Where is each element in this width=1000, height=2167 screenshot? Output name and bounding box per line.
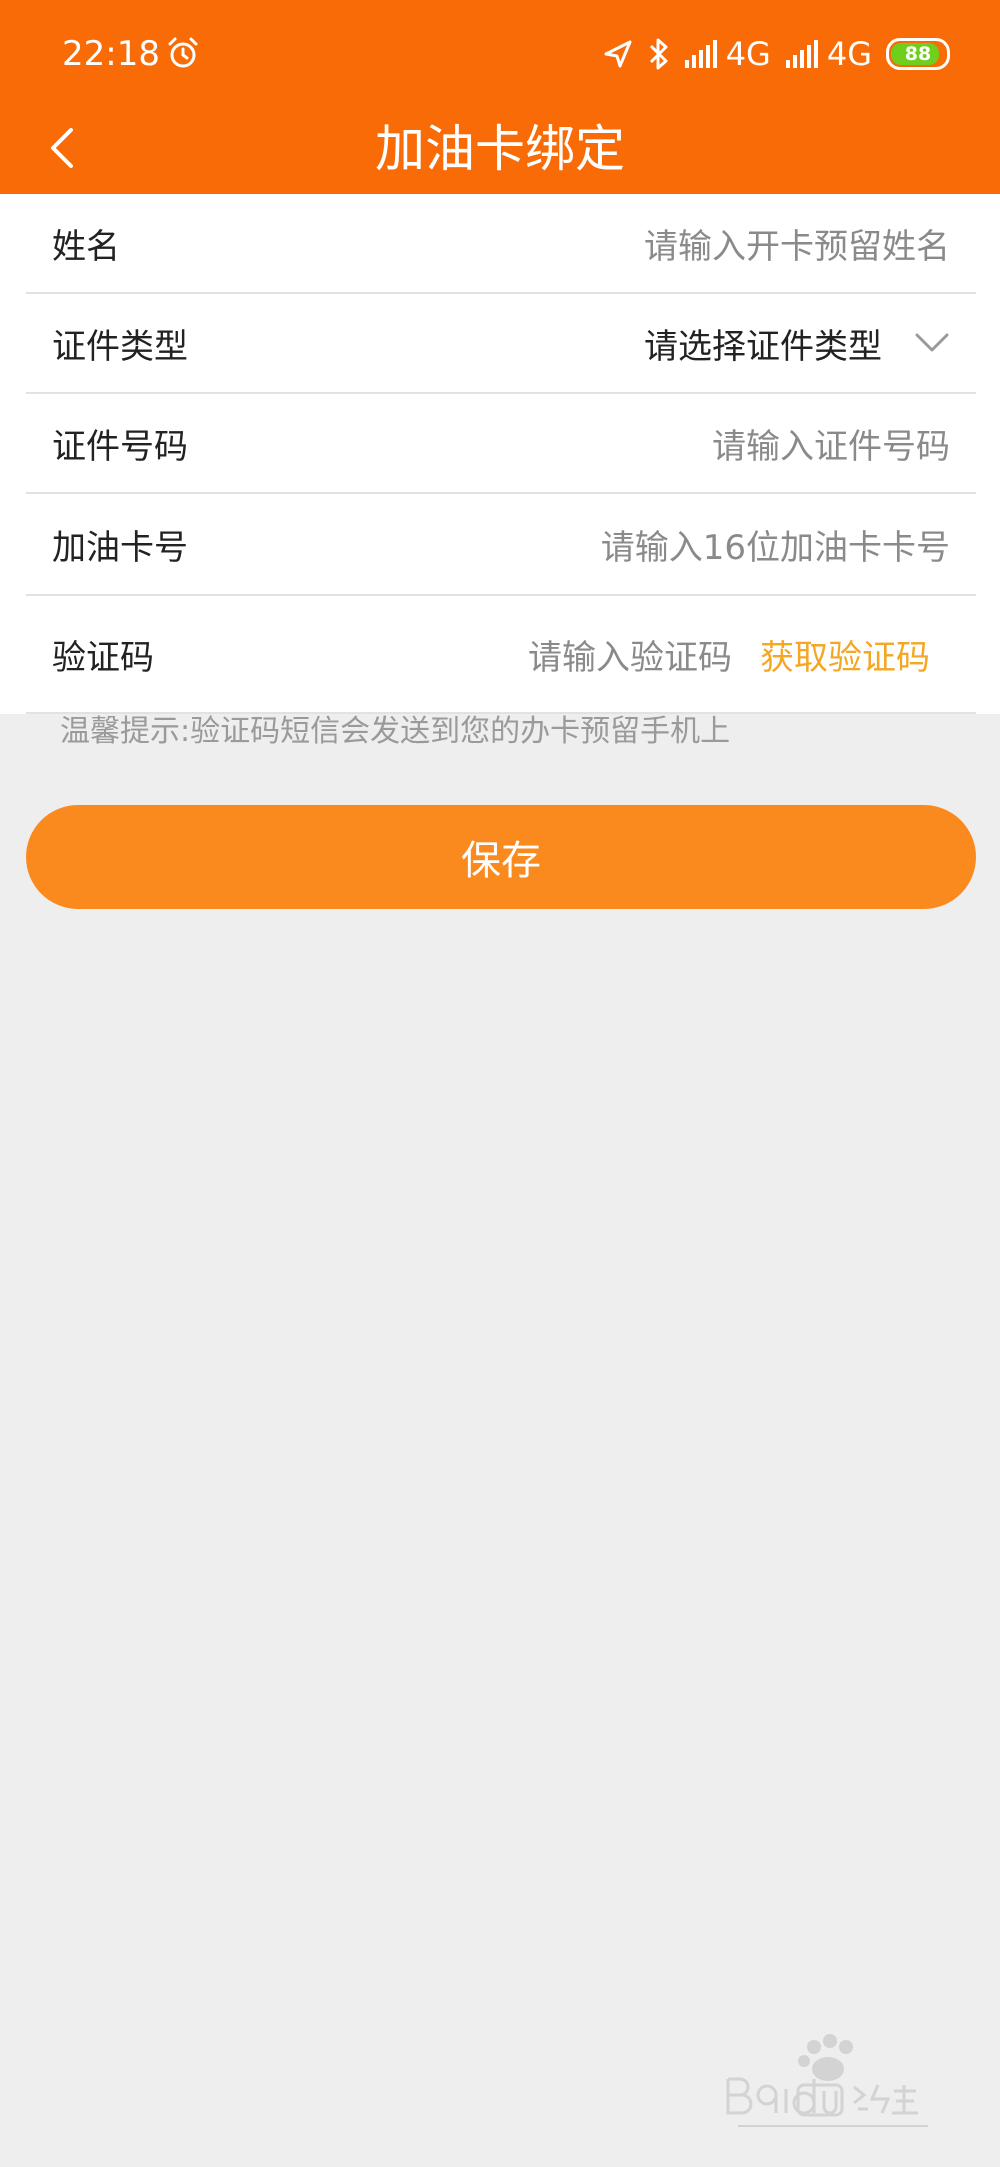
id-type-label: 证件类型 (52, 326, 188, 367)
page-title: 加油卡绑定 (375, 120, 625, 178)
get-code-button[interactable]: 获取验证码 (760, 630, 930, 679)
battery-level: 88 (904, 43, 932, 65)
battery-icon: 88 (886, 38, 950, 70)
id-number-label: 证件号码 (52, 426, 188, 467)
chevron-left-icon (51, 128, 73, 168)
location-arrow-icon (602, 38, 634, 70)
card-number-row[interactable]: 加油卡号 请输入16位加油卡卡号 (26, 494, 976, 596)
save-button[interactable]: 保存 (26, 805, 976, 909)
id-number-row[interactable]: 证件号码 请输入证件号码 (26, 394, 976, 494)
signal-bars-icon (785, 40, 821, 68)
card-binding-form: 姓名 请输入开卡预留姓名 证件类型 请选择证件类型 证件号码 请输入证件号码 加… (0, 194, 1000, 714)
code-label: 验证码 (52, 637, 154, 678)
status-time: 22:18 (62, 34, 160, 74)
id-type-select[interactable]: 请选择证件类型 (644, 319, 882, 368)
id-type-row[interactable]: 证件类型 请选择证件类型 (26, 294, 976, 394)
alarm-icon (168, 37, 198, 68)
status-icons: 4G 4G 88 (588, 34, 950, 74)
back-button[interactable] (34, 118, 90, 178)
name-label: 姓名 (52, 226, 120, 267)
name-input[interactable]: 请输入开卡预留姓名 (644, 219, 950, 268)
network-type-1: 4G (725, 35, 771, 73)
sms-tip: 温馨提示:验证码短信会发送到您的办卡预留手机上 (60, 714, 731, 749)
id-number-input[interactable]: 请输入证件号码 (712, 419, 950, 468)
app-header: 22:18 4G 4G 88 加油卡绑定 (0, 0, 1000, 194)
card-number-input[interactable]: 请输入16位加油卡卡号 (601, 520, 950, 569)
bluetooth-icon (648, 37, 670, 71)
code-input[interactable]: 请输入验证码 (528, 630, 732, 679)
code-row[interactable]: 验证码 请输入验证码 获取验证码 (26, 596, 976, 714)
card-number-label: 加油卡号 (52, 527, 188, 568)
network-type-2: 4G (826, 35, 872, 73)
signal-bars-icon (684, 40, 720, 68)
name-row[interactable]: 姓名 请输入开卡预留姓名 (26, 194, 976, 294)
baidu-jingyan-watermark (726, 2034, 928, 2127)
chevron-down-icon[interactable] (914, 331, 950, 355)
